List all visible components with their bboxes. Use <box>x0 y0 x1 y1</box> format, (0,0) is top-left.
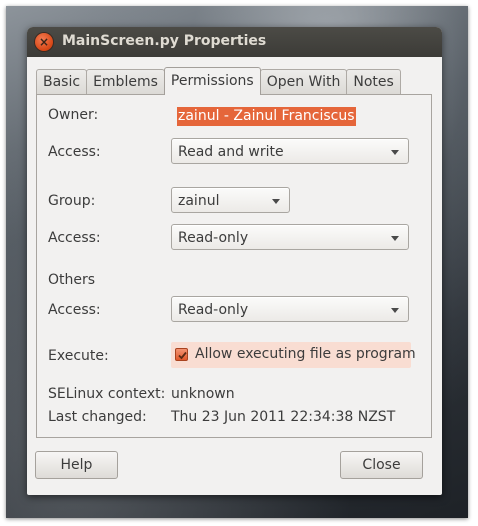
chevron-down-icon <box>391 150 399 155</box>
tab-emblems[interactable]: Emblems <box>86 69 165 94</box>
tab-open-with[interactable]: Open With <box>259 69 348 94</box>
help-button[interactable]: Help <box>35 451 118 479</box>
owner-value[interactable]: zainul - Zainul Franciscus <box>177 107 356 126</box>
group-value: zainul <box>178 193 220 209</box>
chevron-down-icon <box>272 199 280 204</box>
window-title: MainScreen.py Properties <box>62 33 267 49</box>
tab-bar: Basic Emblems Permissions Open With Note… <box>36 67 401 95</box>
others-access-value: Read-only <box>178 302 249 318</box>
owner-access-value: Read and write <box>178 144 284 160</box>
close-window-icon[interactable]: × <box>35 33 53 51</box>
group-access-label: Access: <box>48 230 101 246</box>
execute-label: Execute: <box>48 348 109 364</box>
chevron-down-icon <box>391 308 399 313</box>
others-access-dropdown[interactable]: Read-only <box>171 296 409 322</box>
desktop-frame: × MainScreen.py Properties Basic Emblems… <box>6 6 468 518</box>
properties-dialog: × MainScreen.py Properties Basic Emblems… <box>27 27 442 495</box>
execute-checkbox-row[interactable]: Allow executing file as program <box>171 342 416 368</box>
others-heading: Others <box>48 272 96 288</box>
last-changed-label: Last changed: <box>48 409 147 425</box>
checkmark-icon <box>178 351 187 360</box>
execute-checkbox-label: Allow executing file as program <box>195 346 416 362</box>
group-access-dropdown[interactable]: Read-only <box>171 224 409 250</box>
close-button[interactable]: Close <box>340 451 423 479</box>
others-access-label: Access: <box>48 302 101 318</box>
group-access-value: Read-only <box>178 230 249 246</box>
owner-label: Owner: <box>48 107 99 123</box>
group-label: Group: <box>48 193 96 209</box>
selinux-label: SELinux context: <box>48 386 166 402</box>
titlebar[interactable]: × MainScreen.py Properties <box>27 27 442 57</box>
owner-access-label: Access: <box>48 144 101 160</box>
tab-permissions[interactable]: Permissions <box>163 67 261 95</box>
chevron-down-icon <box>391 236 399 241</box>
group-dropdown[interactable]: zainul <box>171 187 290 213</box>
tab-notes[interactable]: Notes <box>346 69 401 94</box>
execute-checkbox[interactable] <box>175 348 188 361</box>
selinux-value: unknown <box>171 386 235 402</box>
last-changed-value: Thu 23 Jun 2011 22:34:38 NZST <box>171 409 396 425</box>
owner-access-dropdown[interactable]: Read and write <box>171 138 409 164</box>
tab-basic[interactable]: Basic <box>36 69 88 94</box>
permissions-panel: Owner: zainul - Zainul Franciscus Access… <box>36 94 432 438</box>
